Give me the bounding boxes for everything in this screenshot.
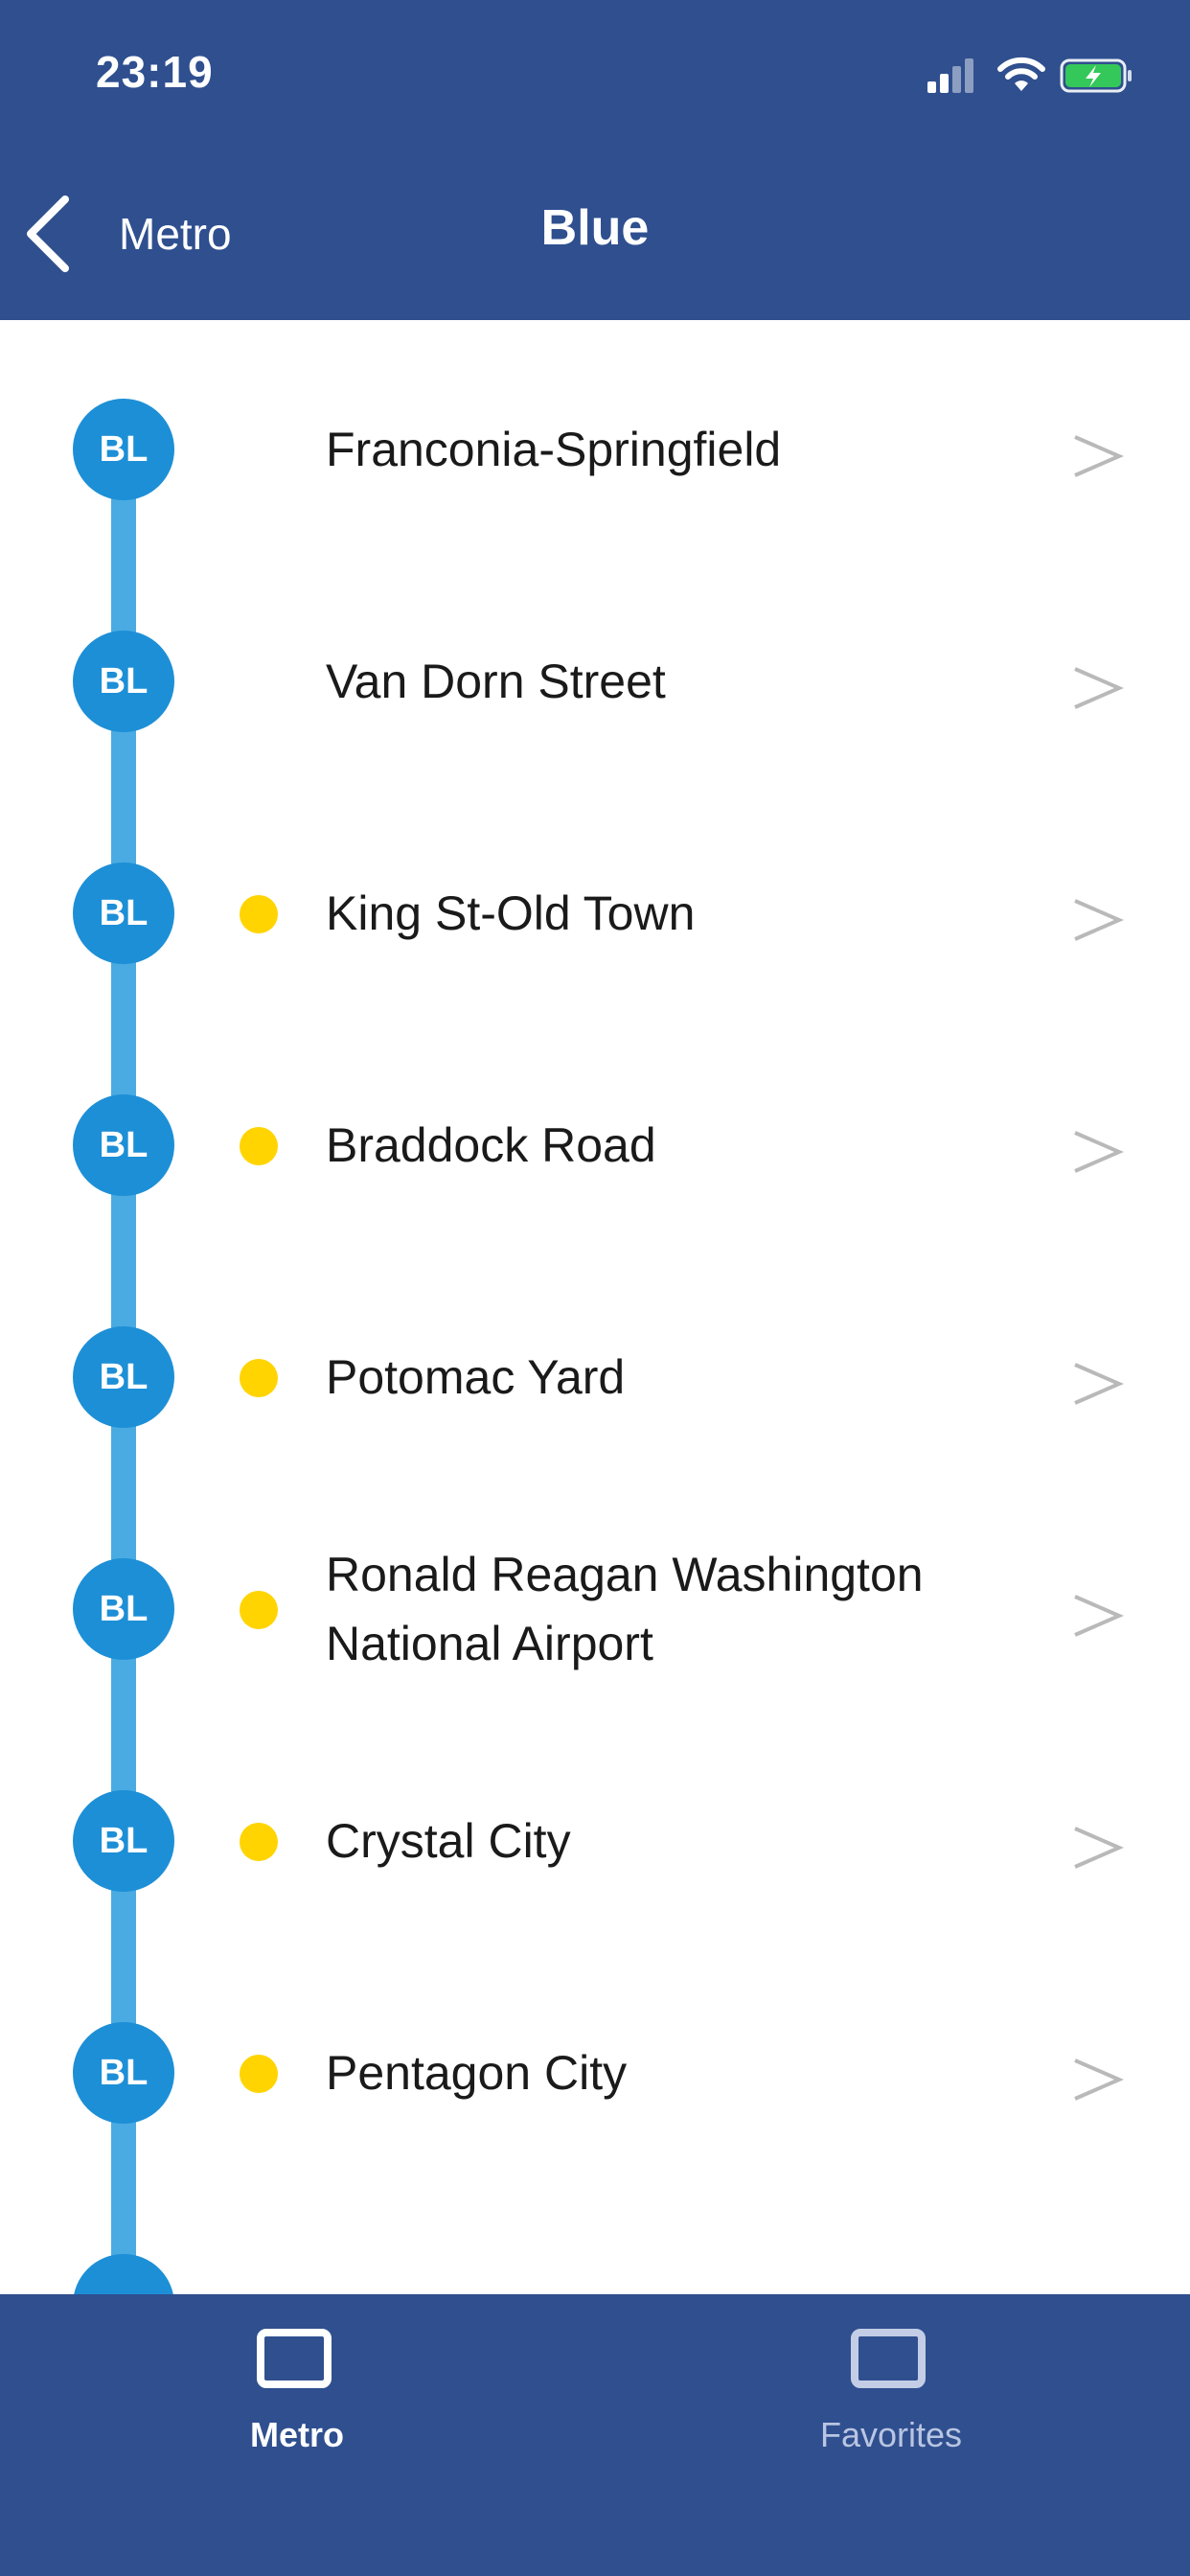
tab-metro[interactable]: Metro [96, 2308, 498, 2499]
cellular-signal-icon [927, 58, 973, 93]
station-name: Crystal City [326, 1814, 571, 1868]
line-badge: BL [73, 2022, 174, 2124]
square-outline-icon [257, 2329, 332, 2388]
transfer-dot [240, 1591, 278, 1629]
station-row[interactable]: BL Van Dorn Street [0, 552, 1190, 782]
station-row[interactable]: BL Braddock Road [0, 1016, 1190, 1246]
station-name: Braddock Road [326, 1118, 656, 1172]
transfer-dot [240, 1359, 278, 1397]
tab-favorites[interactable]: Favorites [690, 2308, 1092, 2499]
station-name: Pentagon City [326, 2046, 628, 2100]
chevron-right-icon [1074, 667, 1125, 709]
tab-label: Metro [250, 2415, 344, 2454]
station-row[interactable]: BL Ronald Reagan Washington National Air… [0, 1480, 1190, 1710]
station-row[interactable]: BL Potomac Yard [0, 1248, 1190, 1478]
station-name: Franconia-Springfield [326, 423, 782, 476]
chevron-right-icon [1074, 899, 1125, 941]
transfer-dot [240, 2055, 278, 2093]
line-badge: BL [73, 1790, 174, 1892]
station-row[interactable] [0, 2175, 1190, 2294]
chevron-right-icon [1074, 1363, 1125, 1405]
line-badge: BL [73, 862, 174, 964]
line-badge: BL [73, 631, 174, 732]
station-row[interactable]: BL Crystal City [0, 1712, 1190, 1942]
transfer-dot [240, 1127, 278, 1165]
transfer-dot [240, 1823, 278, 1861]
station-row[interactable]: BL Pentagon City [0, 1944, 1190, 2174]
chevron-right-icon [1074, 2058, 1125, 2101]
battery-charging-icon [1060, 58, 1132, 93]
line-badge: BL [73, 1558, 174, 1660]
screen: 23:19 Metro Blue BL Franconia-Springfiel… [0, 0, 1190, 2576]
line-badge: BL [73, 399, 174, 500]
status-time: 23:19 [96, 47, 214, 97]
line-badge: BL [73, 1094, 174, 1196]
station-name: Potomac Yard [326, 1350, 626, 1404]
chevron-right-icon [1074, 1131, 1125, 1173]
station-row[interactable]: BL Franconia-Springfield [0, 320, 1190, 550]
station-name: Van Dorn Street [326, 655, 666, 708]
line-badge [73, 2254, 174, 2294]
chevron-right-icon [1074, 1595, 1125, 1637]
station-row[interactable]: BL King St-Old Town [0, 784, 1190, 1014]
tab-bar: Metro Favorites [0, 2294, 1190, 2576]
chevron-right-icon [1074, 1827, 1125, 1869]
station-name: Ronald Reagan Washington National Airpor… [326, 1548, 924, 1670]
transfer-dot [240, 895, 278, 933]
station-name: King St-Old Town [326, 886, 696, 940]
station-list[interactable]: BL Franconia-Springfield BL Van Dorn Str… [0, 320, 1190, 2294]
wifi-icon [997, 57, 1045, 91]
status-icons [927, 54, 1134, 98]
square-outline-icon [851, 2329, 926, 2388]
chevron-right-icon [1074, 435, 1125, 477]
header: 23:19 Metro Blue [0, 0, 1190, 320]
line-badge: BL [73, 1326, 174, 1428]
page-title: Blue [540, 200, 650, 256]
tab-label: Favorites [819, 2415, 963, 2454]
